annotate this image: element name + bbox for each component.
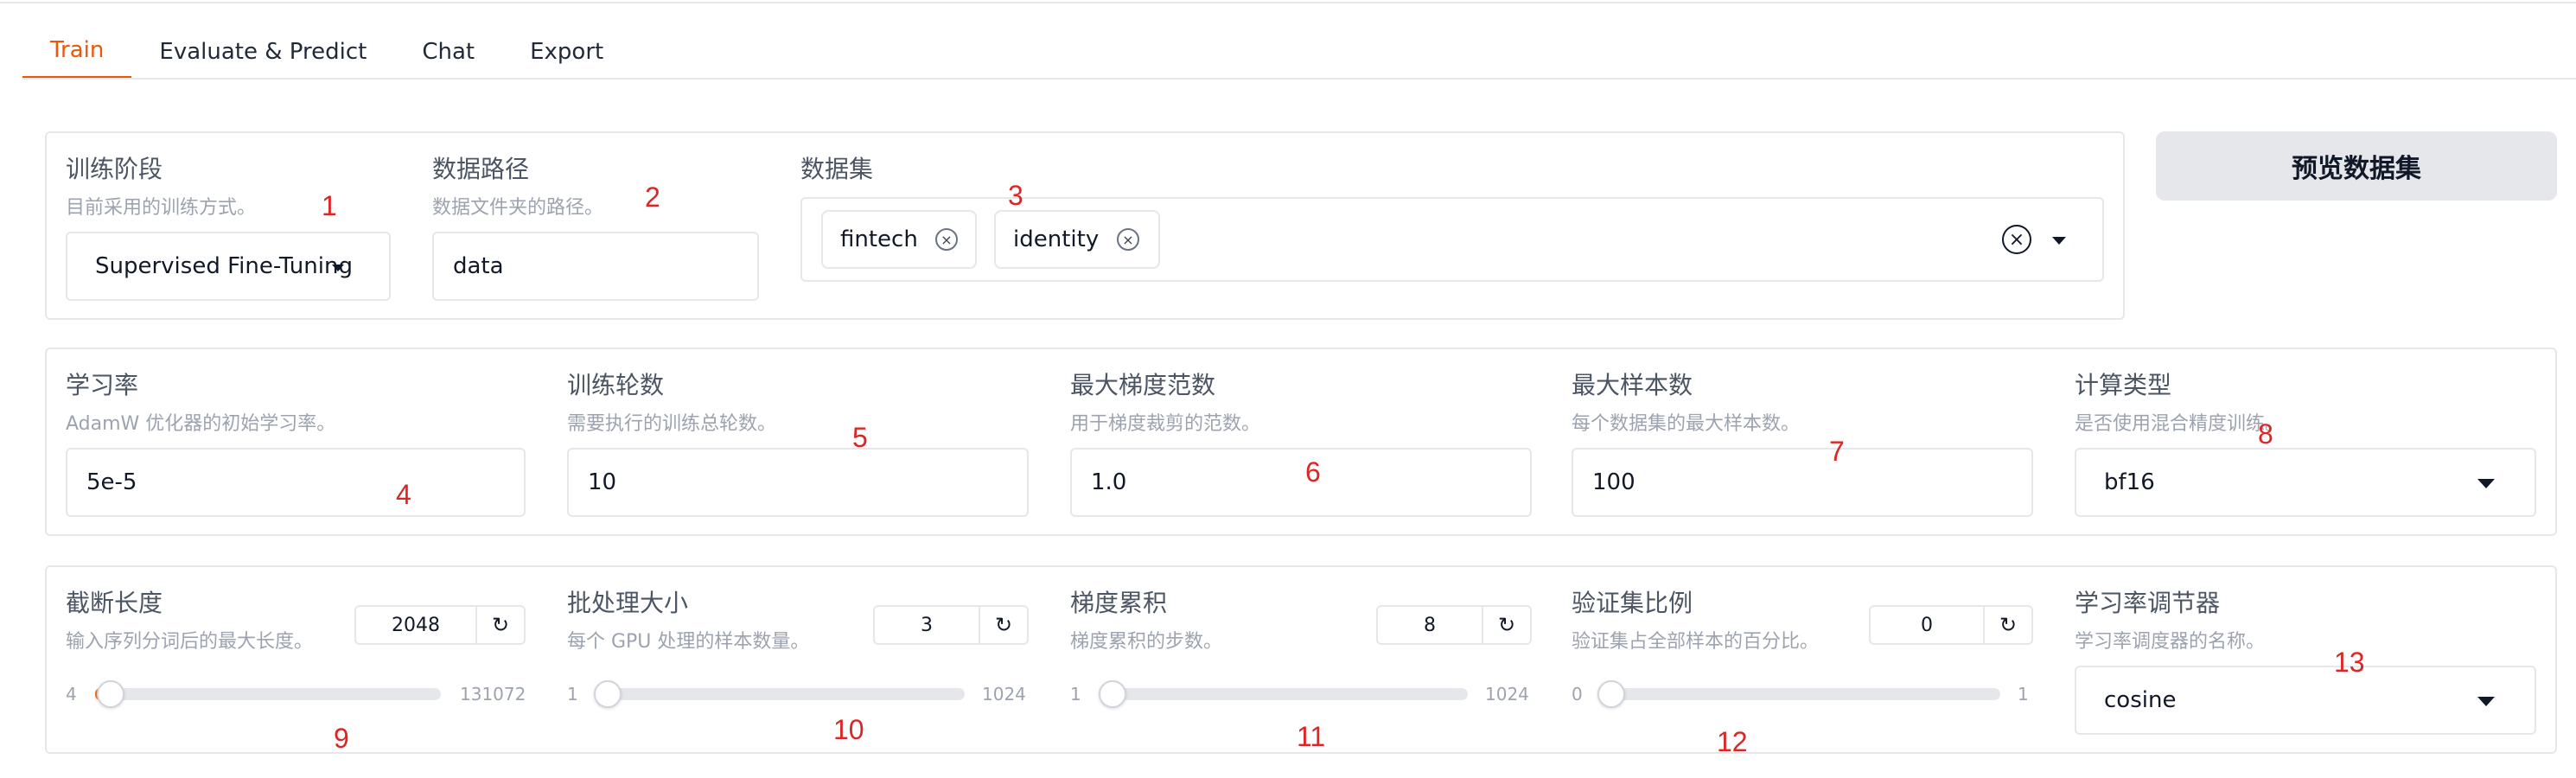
compute-type-value: bf16	[2104, 469, 2155, 495]
max-grad-norm-info: 用于梯度裁剪的范数。	[1070, 413, 1261, 435]
max-grad-norm-label: 最大梯度范数	[1070, 371, 1216, 399]
annotation-6: 6	[1305, 456, 1321, 488]
lr-scheduler-value: cosine	[2104, 687, 2177, 713]
val-size-min: 0	[1572, 684, 1583, 705]
dataset-chip-fintech: fintech ×	[821, 210, 977, 269]
annotation-2: 2	[645, 182, 660, 213]
chevron-down-icon	[2477, 697, 2495, 706]
slider-thumb[interactable]	[593, 680, 622, 708]
cutoff-len-max: 131072	[460, 684, 526, 705]
annotation-7: 7	[1829, 436, 1845, 467]
annotation-1: 1	[322, 190, 337, 221]
grad-accum-value[interactable]: 8	[1378, 607, 1482, 643]
lr-scheduler-info: 学习率调度器的名称。	[2075, 631, 2266, 653]
lr-scheduler-label: 学习率调节器	[2075, 589, 2221, 617]
grad-accum-info: 梯度累积的步数。	[1070, 631, 1223, 653]
slider-thumb[interactable]	[1098, 680, 1126, 708]
chevron-down-icon	[332, 265, 344, 271]
cutoff-len-value[interactable]: 2048	[356, 607, 475, 643]
training-stage-select[interactable]: Supervised Fine-Tuning	[66, 232, 391, 301]
remove-chip-icon[interactable]: ×	[935, 228, 958, 251]
tab-divider	[22, 78, 2576, 80]
batch-size-slider[interactable]	[596, 688, 965, 700]
val-size-value[interactable]: 0	[1871, 607, 1983, 643]
max-samples-input[interactable]: 100	[1572, 448, 2033, 517]
chevron-down-icon[interactable]	[2052, 237, 2066, 245]
cutoff-len-number: 2048 ↻	[354, 605, 526, 645]
max-samples-info: 每个数据集的最大样本数。	[1572, 413, 1801, 435]
annotation-3: 3	[1008, 180, 1023, 211]
data-path-info: 数据文件夹的路径。	[432, 197, 604, 219]
preview-dataset-button[interactable]: 预览数据集	[2156, 131, 2557, 201]
val-size-info: 验证集占全部样本的百分比。	[1572, 631, 1820, 653]
data-path-label: 数据路径	[432, 155, 530, 183]
reset-icon[interactable]: ↻	[475, 607, 524, 643]
epochs-label: 训练轮数	[567, 371, 665, 399]
annotation-5: 5	[852, 422, 868, 453]
slider-thumb[interactable]	[1597, 680, 1625, 708]
slider-thumb[interactable]	[97, 680, 125, 708]
annotation-12: 12	[1717, 726, 1748, 757]
annotation-9: 9	[334, 723, 349, 754]
reset-icon[interactable]: ↻	[979, 607, 1027, 643]
val-size-number: 0 ↻	[1869, 605, 2033, 645]
training-stage-label: 训练阶段	[66, 155, 163, 183]
annotation-4: 4	[396, 479, 411, 510]
dataset-label: 数据集	[800, 155, 874, 183]
batch-size-number: 3 ↻	[873, 605, 1029, 645]
cutoff-len-min: 4	[66, 684, 77, 705]
tab-evaluate-predict[interactable]: Evaluate & Predict	[131, 24, 394, 80]
remove-chip-icon[interactable]: ×	[1117, 228, 1139, 251]
top-border	[0, 0, 2576, 3]
annotation-8: 8	[2258, 418, 2273, 450]
tab-export[interactable]: Export	[502, 24, 631, 80]
epochs-input[interactable]: 10	[567, 448, 1029, 517]
data-path-input[interactable]: data	[432, 232, 759, 301]
compute-type-select[interactable]: bf16	[2075, 448, 2536, 517]
training-stage-info: 目前采用的训练方式。	[66, 197, 257, 219]
compute-type-info: 是否使用混合精度训练。	[2075, 413, 2285, 435]
tab-chat[interactable]: Chat	[394, 24, 502, 80]
annotation-13: 13	[2334, 647, 2365, 678]
batch-size-info: 每个 GPU 处理的样本数量。	[567, 631, 810, 653]
val-size-slider[interactable]	[1601, 688, 2000, 700]
chip-label: identity	[1013, 226, 1100, 252]
grad-accum-number: 8 ↻	[1376, 605, 1532, 645]
reset-icon[interactable]: ↻	[1482, 607, 1530, 643]
max-grad-norm-input[interactable]: 1.0	[1070, 448, 1532, 517]
tab-train[interactable]: Train	[22, 24, 132, 80]
max-samples-label: 最大样本数	[1572, 371, 1693, 399]
cutoff-len-info: 输入序列分词后的最大长度。	[66, 631, 314, 653]
grad-accum-label: 梯度累积	[1070, 589, 1168, 617]
compute-type-label: 计算类型	[2075, 371, 2172, 399]
cutoff-len-slider[interactable]	[95, 688, 441, 700]
dataset-chip-identity: identity ×	[994, 210, 1160, 269]
chip-label: fintech	[840, 226, 918, 252]
batch-size-label: 批处理大小	[567, 589, 689, 617]
batch-size-max: 1024	[982, 684, 1026, 705]
learning-rate-label: 学习率	[66, 371, 139, 399]
dataset-multiselect[interactable]: fintech × identity × ×	[800, 197, 2104, 282]
tab-bar: Train Evaluate & Predict Chat Export	[22, 24, 631, 80]
chevron-down-icon	[2477, 479, 2495, 488]
lr-scheduler-select[interactable]: cosine	[2075, 666, 2536, 735]
learning-rate-input[interactable]: 5e-5	[66, 448, 526, 517]
reset-icon[interactable]: ↻	[1983, 607, 2031, 643]
epochs-info: 需要执行的训练总轮数。	[567, 413, 777, 435]
training-stage-value: Supervised Fine-Tuning	[95, 253, 353, 279]
grad-accum-min: 1	[1070, 684, 1081, 705]
grad-accum-slider[interactable]	[1100, 688, 1468, 700]
grad-accum-max: 1024	[1485, 684, 1529, 705]
annotation-10: 10	[833, 714, 864, 745]
val-size-label: 验证集比例	[1572, 589, 1693, 617]
batch-size-min: 1	[567, 684, 578, 705]
batch-size-value[interactable]: 3	[875, 607, 979, 643]
clear-all-icon[interactable]: ×	[2002, 225, 2031, 254]
cutoff-len-label: 截断长度	[66, 589, 163, 617]
learning-rate-info: AdamW 优化器的初始学习率。	[66, 413, 336, 435]
annotation-11: 11	[1297, 721, 1326, 752]
val-size-max: 1	[2018, 684, 2029, 705]
